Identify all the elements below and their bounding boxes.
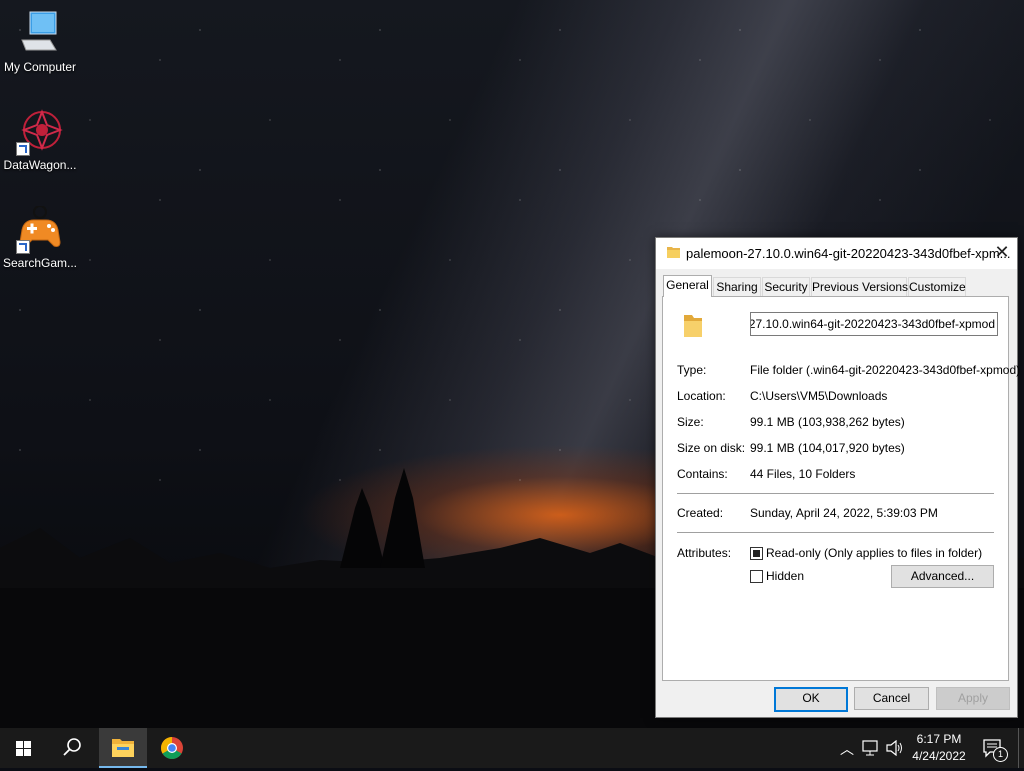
- dialog-titlebar[interactable]: palemoon-27.10.0.win64-git-20220423-343d…: [656, 238, 1017, 269]
- search-icon: [63, 738, 81, 756]
- gamepad-icon: [16, 205, 64, 254]
- notifications-button[interactable]: 1: [982, 738, 1008, 762]
- size-on-disk-value: 99.1 MB (104,017,920 bytes): [750, 441, 905, 455]
- type-label: Type:: [677, 363, 707, 377]
- tab-sharing[interactable]: Sharing: [713, 277, 761, 296]
- readonly-checkbox[interactable]: [750, 547, 763, 560]
- show-desktop-button[interactable]: [1018, 728, 1024, 768]
- volume-icon[interactable]: [886, 740, 904, 756]
- tab-customize[interactable]: Customize: [908, 277, 966, 296]
- taskbar: ︿ 6:17 PM 4/24/2022 1: [0, 728, 1024, 768]
- folder-icon: [667, 247, 680, 258]
- notification-badge: 1: [993, 747, 1008, 762]
- location-value: C:\Users\VM5\Downloads: [750, 389, 888, 403]
- desktop-icon-datawagon[interactable]: DataWagon...: [0, 108, 80, 172]
- properties-dialog: palemoon-27.10.0.win64-git-20220423-343d…: [655, 237, 1020, 718]
- tab-security[interactable]: Security: [762, 277, 810, 296]
- computer-icon: [16, 10, 64, 58]
- clock-time[interactable]: 6:17 PM: [908, 732, 970, 746]
- start-button[interactable]: [0, 728, 48, 768]
- file-explorer-icon: [112, 739, 134, 757]
- folder-name-input[interactable]: palemoon-27.10.0.win64-git-20220423-343d…: [750, 312, 998, 336]
- tab-general[interactable]: General: [663, 275, 712, 297]
- hidden-label[interactable]: Hidden: [766, 569, 804, 583]
- shortcut-arrow-icon: [16, 142, 30, 156]
- windows-icon: [16, 741, 31, 756]
- tab-previous-versions[interactable]: Previous Versions: [811, 277, 908, 296]
- advanced-button[interactable]: Advanced...: [891, 565, 994, 588]
- size-label: Size:: [677, 415, 704, 429]
- general-panel: palemoon-27.10.0.win64-git-20220423-343d…: [662, 296, 1020, 681]
- file-explorer-button[interactable]: [99, 728, 147, 768]
- datawagon-icon: [16, 108, 64, 156]
- attributes-label: Attributes:: [677, 546, 732, 560]
- divider: [677, 493, 994, 494]
- show-hidden-icons-chevron-icon[interactable]: ︿: [838, 739, 856, 759]
- divider: [677, 532, 994, 533]
- desktop-icon-searchgames[interactable]: SearchGam...: [0, 205, 80, 270]
- ok-button[interactable]: OK: [774, 687, 848, 712]
- type-value: File folder (.win64-git-20220423-343d0fb…: [750, 363, 1021, 377]
- contains-label: Contains:: [677, 467, 728, 481]
- size-on-disk-label: Size on disk:: [677, 441, 746, 455]
- chrome-icon: [161, 737, 183, 759]
- readonly-label[interactable]: Read-only (Only applies to files in fold…: [766, 546, 982, 560]
- clock-date[interactable]: 4/24/2022: [908, 749, 970, 763]
- hidden-checkbox[interactable]: [750, 570, 763, 583]
- apply-button[interactable]: Apply: [936, 687, 1010, 710]
- desktop-icon-label: SearchGam...: [2, 256, 78, 270]
- search-button[interactable]: [48, 728, 96, 768]
- cancel-button[interactable]: Cancel: [854, 687, 929, 710]
- created-label: Created:: [677, 506, 724, 520]
- size-value: 99.1 MB (103,938,262 bytes): [750, 415, 905, 429]
- desktop-icon-label: My Computer: [3, 60, 77, 74]
- desktop-icon-my-computer[interactable]: My Computer: [0, 10, 80, 74]
- folder-icon: [684, 315, 702, 337]
- close-button[interactable]: ✕: [987, 238, 1017, 269]
- chrome-button[interactable]: [148, 728, 196, 768]
- desktop-icon-label: DataWagon...: [3, 158, 77, 172]
- shortcut-arrow-icon: [16, 240, 30, 254]
- dialog-title: palemoon-27.10.0.win64-git-20220423-343d…: [686, 246, 1011, 261]
- network-icon[interactable]: [862, 740, 880, 756]
- folder-name-value: palemoon-27.10.0.win64-git-20220423-343d…: [750, 317, 995, 331]
- created-value: Sunday, April 24, 2022, 5:39:03 PM: [750, 506, 938, 520]
- location-label: Location:: [677, 389, 726, 403]
- contains-value: 44 Files, 10 Folders: [750, 467, 856, 481]
